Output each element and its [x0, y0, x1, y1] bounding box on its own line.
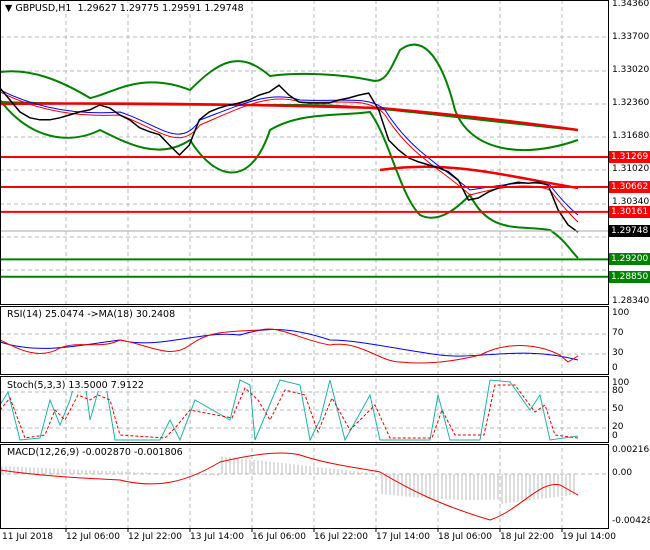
price-label: 1.28340	[612, 296, 650, 306]
time-label: 16 Jul 22:00	[314, 532, 368, 542]
time-label: 19 Jul 14:00	[562, 532, 616, 542]
symbol-title[interactable]: ▼ GBPUSD,H1 1.29627 1.29775 1.29591 1.29…	[3, 3, 246, 14]
price-label: 1.31680	[612, 131, 650, 141]
price-label: 1.33020	[612, 65, 650, 75]
rsi-title: RSI(14) 25.0474 ->MA(18) 30.2408	[5, 309, 178, 320]
bollinger-bands	[0, 43, 579, 259]
macd-title: MACD(12,26,9) -0.002870 -0.001806	[5, 447, 185, 458]
price-series	[0, 84, 579, 233]
level-tag: 1.30662	[609, 181, 650, 194]
stoch-title: Stoch(5,3,3) 13.5000 7.9122	[5, 380, 146, 391]
chart-canvas[interactable]	[0, 0, 650, 550]
time-label: 11 Jul 2018	[2, 532, 53, 542]
time-label: 16 Jul 06:00	[252, 532, 306, 542]
level-tag: 1.30161	[609, 205, 650, 218]
macd-axis-label: 0.00	[612, 468, 633, 478]
rsi-axis-label: 0	[612, 363, 618, 373]
time-label: 12 Jul 22:00	[128, 532, 182, 542]
current-price-tag: 1.29748	[609, 225, 650, 237]
time-label: 18 Jul 06:00	[438, 532, 492, 542]
time-label: 17 Jul 14:00	[376, 532, 430, 542]
macd-axis-label: 0.002166	[612, 445, 650, 455]
level-tag: 1.29200	[609, 253, 650, 266]
symbol: GBPUSD,H1	[15, 3, 72, 14]
ohlc-values: 1.29627 1.29775 1.29591 1.29748	[77, 3, 244, 14]
macd-axis-label: -0.004287	[612, 516, 650, 526]
rsi-axis-label: 30	[612, 348, 624, 358]
level-tag: 1.31269	[609, 151, 650, 163]
price-label: 1.31020	[612, 164, 650, 174]
time-label: 18 Jul 22:00	[500, 532, 554, 542]
level-tag: 1.28850	[609, 270, 650, 283]
chart-window: ▼ GBPUSD,H1 1.29627 1.29775 1.29591 1.29…	[0, 0, 650, 550]
rsi-axis-label: 70	[612, 328, 624, 338]
stoch-axis-label: 0	[612, 431, 618, 441]
macd-signal-line	[0, 452, 579, 521]
price-label: 1.32360	[612, 98, 650, 108]
price-label: 1.33700	[612, 32, 650, 42]
macd-histogram	[1, 456, 575, 504]
price-label: 1.34360	[612, 0, 650, 9]
time-label: 12 Jul 06:00	[66, 532, 120, 542]
stoch-axis-label: 50	[612, 404, 624, 414]
time-label: 13 Jul 14:00	[190, 532, 244, 542]
horizontal-levels[interactable]	[0, 156, 608, 278]
rsi-axis-label: 100	[612, 308, 630, 318]
stoch-axis-label: 80	[612, 386, 624, 396]
